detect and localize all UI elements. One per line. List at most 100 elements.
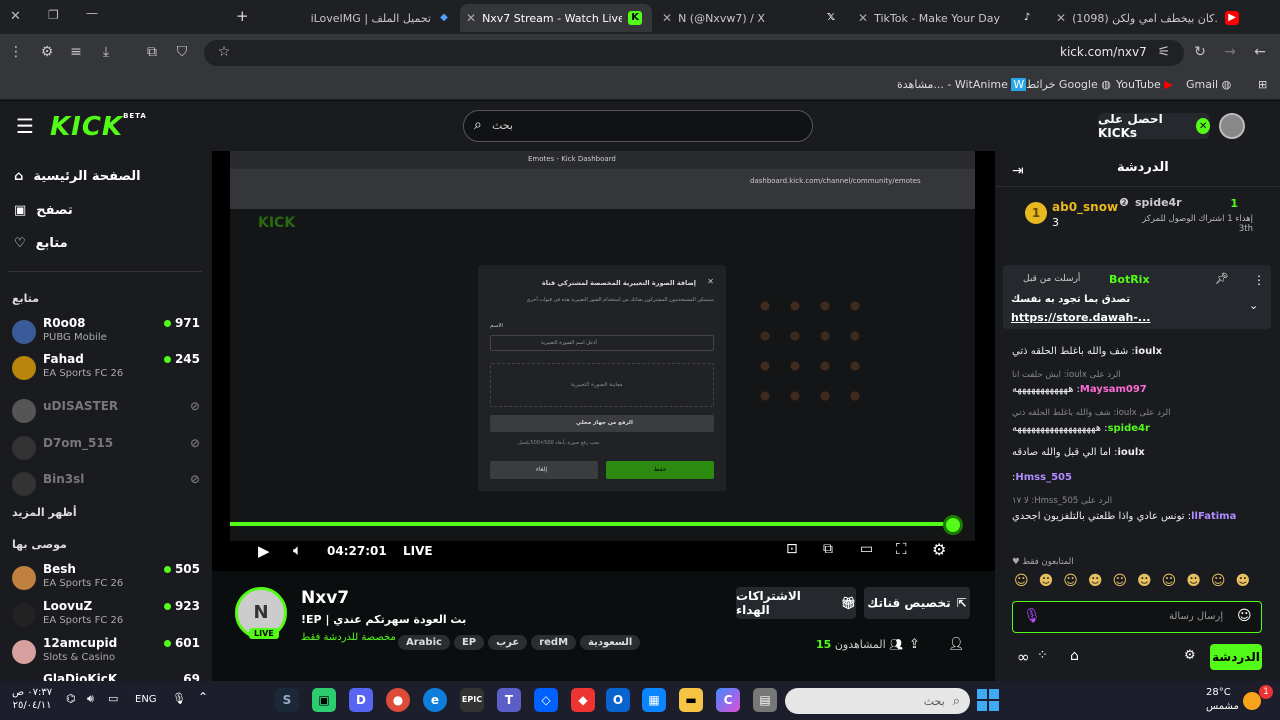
tag-arab[interactable]: عرب — [488, 635, 528, 650]
channel-item-gladiokick[interactable]: GlaDioKicK 69 — [12, 672, 200, 681]
file-explorer-icon[interactable]: ▬ — [679, 688, 703, 712]
reload-icon[interactable]: ↻ — [1190, 44, 1210, 60]
nav-following[interactable]: ♡ متابع — [14, 236, 68, 251]
customize-channel-button[interactable]: تخصيص قناتك ⇱ — [864, 587, 970, 619]
language-indicator[interactable]: ENG — [135, 694, 157, 705]
forward-icon[interactable]: → — [1220, 44, 1240, 60]
chat-settings-icon[interactable]: ⚙ — [1184, 648, 1196, 663]
discord-icon[interactable]: D — [349, 688, 373, 712]
network-icon[interactable]: ⌬ — [66, 692, 76, 705]
app-red-icon[interactable]: ◆ — [571, 688, 595, 712]
tab-ilovimg[interactable]: iLoveIMG | تحميل الملف ◆ — [262, 4, 457, 32]
epic-games-icon[interactable]: EPIC — [460, 688, 484, 712]
follow-icon[interactable]: 👤︎ — [948, 637, 965, 652]
restore-window-icon[interactable]: ❐ — [48, 8, 59, 22]
search-input[interactable]: ⌕ بحث — [463, 110, 813, 142]
emote-icon[interactable]: ☻ — [1039, 573, 1054, 593]
outlook-icon[interactable]: O — [606, 688, 630, 712]
minimize-window-icon[interactable]: — — [86, 6, 98, 20]
edge-icon[interactable]: e — [423, 688, 447, 712]
nav-browse[interactable]: ▣ تصفح — [14, 203, 73, 218]
battery-icon[interactable]: ▭ — [108, 692, 118, 705]
volume-icon[interactable]: 🔈︎ — [293, 541, 302, 559]
microphone-icon[interactable]: 🎙︎ — [172, 692, 186, 705]
store-icon[interactable]: ▦ — [642, 688, 666, 712]
back-icon[interactable]: ← — [1250, 44, 1270, 60]
emoji-picker-icon[interactable]: ☺ — [1237, 608, 1252, 624]
download-icon[interactable]: ⤓ — [96, 44, 116, 60]
close-tab-icon[interactable]: ✕ — [662, 11, 672, 25]
close-tab-icon[interactable]: ✕ — [466, 11, 476, 25]
collapse-chat-icon[interactable]: ⇥ — [1012, 163, 1024, 179]
shield-icon[interactable]: ⛉ — [172, 44, 192, 60]
chat-message-input[interactable]: 🎙︎ إرسال رسالة ☺ — [1012, 601, 1262, 633]
close-tab-icon[interactable]: ✕ — [858, 11, 868, 25]
emote-icon[interactable]: ☺ — [1063, 573, 1078, 593]
live-label[interactable]: LIVE — [403, 544, 433, 558]
chat-send-button[interactable]: الدردشة — [1210, 644, 1262, 670]
pin-icon[interactable]: 📌︎ — [1215, 272, 1229, 285]
speaker-icon[interactable]: 🔊︎ — [87, 692, 94, 706]
user-avatar[interactable] — [1219, 113, 1245, 139]
picture-in-picture-icon[interactable]: ⊡ — [786, 541, 798, 557]
tab-youtube[interactable]: ✕ (1098) كان بيخطف امي ولكن... ▶ — [1050, 4, 1245, 32]
microphone-icon[interactable]: 🎙︎ — [1023, 608, 1041, 624]
new-tab-button[interactable]: + — [236, 7, 249, 25]
clock[interactable]: ٠٧:٣٧ ص ٢٥/٠٤/١١ — [12, 686, 52, 712]
tag-arabic[interactable]: Arabic — [398, 635, 450, 650]
bookmark-youtube[interactable]: YouTube ▶ — [1116, 78, 1173, 91]
play-icon[interactable]: ▶ — [258, 542, 270, 560]
get-kicks-button[interactable]: احصل على KICKs ✕ — [1098, 112, 1210, 140]
menu-dots-icon[interactable]: ⋮ — [6, 44, 26, 60]
emote-icon[interactable]: ☻ — [1088, 573, 1103, 593]
emote-icon[interactable]: ☺ — [1162, 573, 1177, 593]
chevron-down-icon[interactable]: ⌄ — [1249, 299, 1258, 312]
hamburger-menu-icon[interactable]: ☰ — [16, 114, 34, 138]
channel-name[interactable]: Nxv7 — [301, 588, 349, 608]
gift-subs-button[interactable]: الاشتراكات الهداء 🎁︎ — [736, 587, 856, 619]
tag-ep[interactable]: EP — [453, 635, 485, 650]
copilot-icon[interactable]: C — [716, 688, 740, 712]
clip-icon[interactable]: ⧉ — [823, 541, 833, 557]
channel-item-12amcupid[interactable]: 12amcupid Slots & Casino 601 — [12, 636, 200, 670]
emote-icon[interactable]: ☺ — [1211, 573, 1226, 593]
steam-icon[interactable]: S — [275, 688, 299, 712]
channel-item-bin3sl[interactable]: Bin3sl ⊘ — [12, 468, 200, 502]
nav-home[interactable]: ⌂ الصفحة الرئيسية — [14, 169, 141, 184]
emote-grid-icon[interactable]: ⁘ — [1037, 648, 1048, 663]
playlist-icon[interactable]: ≡ — [66, 44, 86, 60]
share-icon[interactable]: ⇪ — [909, 637, 920, 652]
emote-icon[interactable]: ☺ — [1112, 573, 1127, 593]
emote-icon[interactable]: ☻ — [1186, 573, 1201, 593]
tab-x-profile[interactable]: ✕ N (@Nxvw7) / X 𝕏 — [656, 4, 844, 32]
tab-tiktok[interactable]: ✕ TikTok - Make Your Day ♪ — [852, 4, 1042, 32]
video-player[interactable]: Emotes - Kick Dashboard dashboard.kick.c… — [212, 151, 995, 571]
channel-item-udisaster[interactable]: uDISASTER ⊘ — [12, 395, 200, 429]
infinity-icon[interactable]: ∞ — [1017, 648, 1030, 666]
address-bar[interactable] — [204, 40, 1184, 66]
tag-redm[interactable]: redM — [531, 635, 577, 650]
channel-item-besh[interactable]: Besh EA Sports FC 26 505 — [12, 562, 200, 596]
app-gray-icon[interactable]: ▤ — [753, 688, 777, 712]
tune-icon[interactable]: ⚟ — [1154, 44, 1174, 60]
url-text[interactable]: kick.com/nxv7 — [1060, 45, 1147, 59]
weather-widget[interactable]: 28°C مشمس — [1206, 686, 1239, 714]
close-tab-icon[interactable]: ✕ — [1056, 11, 1066, 25]
emote-icon[interactable]: ☻ — [1137, 573, 1152, 593]
star-icon[interactable]: ☆ — [214, 44, 234, 60]
tab-kick-stream[interactable]: ✕ Nxv7 Stream - Watch Live on Kick K — [460, 4, 652, 32]
kick-logo[interactable]: KICKBETA — [50, 112, 147, 142]
chrome-icon[interactable]: ● — [386, 688, 410, 712]
emote-icon[interactable]: ☺ — [1014, 573, 1029, 593]
bookmark-witanime[interactable]: مشاهدة... - WitAnime W — [897, 78, 1027, 91]
more-options-icon[interactable]: ⋮ — [1253, 273, 1265, 287]
windows-start-icon[interactable] — [977, 689, 999, 711]
channel-item-r0o08[interactable]: R0o08 PUBG Mobile 971 — [12, 316, 200, 350]
extensions-puzzle-icon[interactable]: ⧉ — [142, 44, 162, 60]
settings-icon[interactable]: ⚙ — [932, 540, 946, 559]
bookmark-google-maps[interactable]: خرائط Google ◍ — [1026, 78, 1111, 91]
bookmark-gmail[interactable]: Gmail ◍ — [1186, 78, 1231, 91]
fullscreen-icon[interactable]: ⛶ — [896, 540, 907, 558]
channel-item-d7om[interactable]: D7om_515 ⊘ — [12, 432, 200, 466]
apps-grid-icon[interactable]: ⊞ — [1258, 78, 1267, 91]
